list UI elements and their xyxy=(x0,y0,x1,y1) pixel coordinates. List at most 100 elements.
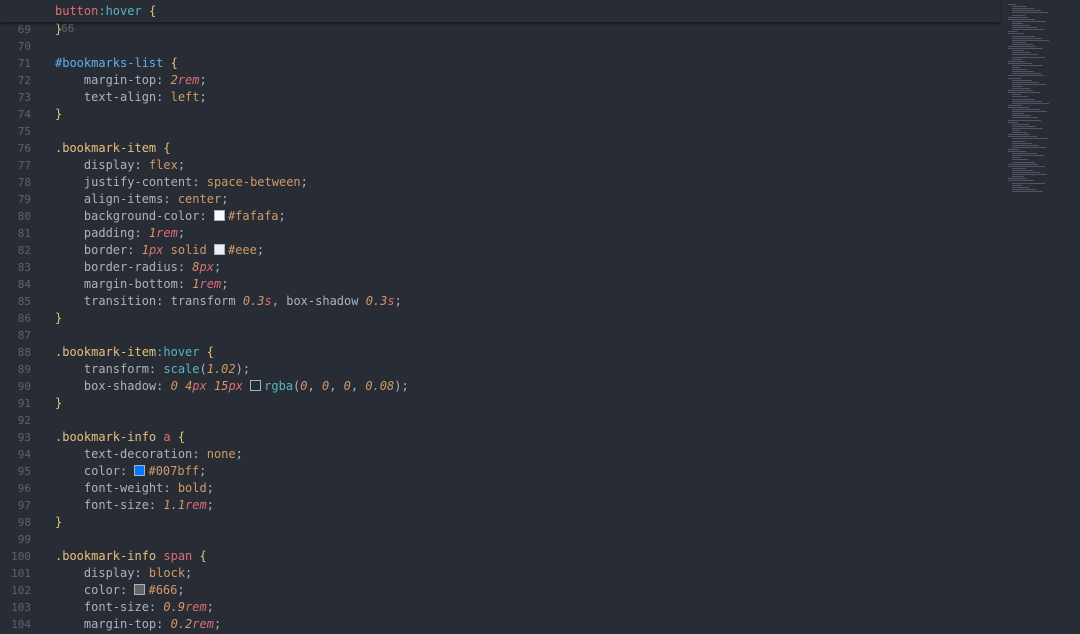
code-line[interactable]: 85 transition: transform 0.3s, box-shado… xyxy=(0,293,1000,310)
minimap-line xyxy=(1008,62,1032,64)
code-token: ( xyxy=(199,362,207,376)
minimap-line xyxy=(1012,73,1041,75)
code-token: s xyxy=(264,294,272,308)
color-swatch[interactable] xyxy=(134,465,146,476)
minimap-line xyxy=(1012,22,1023,24)
code-token: { xyxy=(163,56,178,70)
color-swatch[interactable] xyxy=(213,244,225,255)
code-line[interactable]: 100 .bookmark-info span { xyxy=(0,548,1000,565)
code-line[interactable]: 82 border: 1px solid #eee; xyxy=(0,242,1000,259)
minimap-line xyxy=(1012,29,1044,31)
code-line[interactable]: 101 display: block; xyxy=(0,565,1000,582)
code-text: margin-bottom: 1rem; xyxy=(55,276,229,293)
code-line[interactable]: 71 #bookmarks-list { xyxy=(0,55,1000,72)
code-token: , xyxy=(350,379,366,393)
code-token: #007bff xyxy=(148,464,200,478)
code-text: button:hover { xyxy=(55,3,156,20)
code-line[interactable]: 81 padding: 1rem; xyxy=(0,225,1000,242)
code-line[interactable]: 92 xyxy=(0,412,1000,429)
code-token: ); xyxy=(235,362,251,376)
code-token: px xyxy=(199,260,214,274)
code-line[interactable]: 91} xyxy=(0,395,1000,412)
code-token: rem xyxy=(192,617,214,631)
minimap[interactable] xyxy=(1008,4,1078,204)
line-number: 81 xyxy=(17,227,31,240)
line-number: 80 xyxy=(17,210,31,223)
code-text: justify-content: space-between; xyxy=(55,174,308,191)
code-token: #eee xyxy=(227,243,257,257)
line-number: 66 xyxy=(61,22,75,35)
minimap-line xyxy=(1012,50,1024,52)
code-line[interactable]: 76 .bookmark-item { xyxy=(0,140,1000,157)
color-swatch[interactable] xyxy=(213,210,225,221)
minimap-line xyxy=(1012,96,1028,98)
code-line[interactable]: 80 background-color: #fafafa; xyxy=(0,208,1000,225)
code-token: span xyxy=(156,549,193,563)
code-token: 15 xyxy=(213,379,229,393)
code-line[interactable]: 102 color: #666; xyxy=(0,582,1000,599)
minimap-line xyxy=(1008,165,1045,167)
code-line[interactable]: 75 xyxy=(0,123,1000,140)
code-line[interactable]: 94 text-decoration: none; xyxy=(0,446,1000,463)
code-token: color: xyxy=(55,583,135,597)
code-token: 1.1 xyxy=(163,498,186,512)
minimap-line xyxy=(1012,142,1032,144)
minimap-line xyxy=(1012,79,1032,81)
minimap-line xyxy=(1012,172,1040,173)
minimap-line xyxy=(1008,48,1043,50)
color-swatch[interactable] xyxy=(134,584,146,595)
line-number: 103 xyxy=(11,601,31,614)
code-token: center xyxy=(177,192,222,206)
code-line[interactable]: 93 .bookmark-info a { xyxy=(0,429,1000,446)
code-token: button xyxy=(55,4,99,18)
code-token: ; xyxy=(185,566,193,580)
code-editor[interactable]: 66 button:hover { 69} 70 71 #bookmarks-list… xyxy=(0,0,1000,634)
minimap-line xyxy=(1008,16,1028,18)
code-line[interactable]: 69} xyxy=(0,21,1000,38)
code-token: , xyxy=(329,379,344,393)
sticky-scroll-header[interactable]: 66 button:hover { xyxy=(0,0,1000,35)
code-token: font-weight: xyxy=(55,481,178,495)
code-line[interactable]: 104 margin-top: 0.2rem; xyxy=(0,616,1000,633)
code-line[interactable]: 87 xyxy=(0,327,1000,344)
code-line[interactable]: 96 font-weight: bold; xyxy=(0,480,1000,497)
code-line[interactable]: 79 align-items: center; xyxy=(0,191,1000,208)
code-line[interactable]: 84 margin-bottom: 1rem; xyxy=(0,276,1000,293)
code-token: { xyxy=(192,549,207,563)
code-line[interactable]: 70 xyxy=(0,38,1000,55)
minimap-line xyxy=(1012,8,1034,10)
code-line[interactable]: 103 font-size: 0.9rem; xyxy=(0,599,1000,616)
code-line[interactable]: 73 text-align: left; xyxy=(0,89,1000,106)
color-swatch[interactable] xyxy=(250,380,262,391)
code-token: } xyxy=(55,515,63,529)
code-line[interactable]: 77 display: flex; xyxy=(0,157,1000,174)
code-token: ; xyxy=(213,260,222,274)
code-token: ; xyxy=(394,294,402,308)
code-token: display: xyxy=(55,566,149,580)
code-token: ; xyxy=(235,447,243,461)
code-line[interactable]: 74} xyxy=(0,106,1000,123)
code-token: transform: xyxy=(55,362,164,376)
code-line[interactable]: 78 justify-content: space-between; xyxy=(0,174,1000,191)
code-token: #666 xyxy=(148,583,178,597)
minimap-line xyxy=(1012,159,1028,161)
code-line[interactable]: 99 xyxy=(0,531,1000,548)
code-line[interactable]: 88 .bookmark-item:hover { xyxy=(0,344,1000,361)
code-line[interactable]: 90 box-shadow: 0 4px 15px rgba(0, 0, 0, … xyxy=(0,378,1000,395)
code-line[interactable]: 86} xyxy=(0,310,1000,327)
minimap-line xyxy=(1008,163,1038,165)
code-line[interactable]: 98} xyxy=(0,514,1000,531)
sticky-line[interactable]: 66 button:hover { xyxy=(0,3,1000,35)
minimap-line xyxy=(1008,18,1035,20)
code-line[interactable]: 83 border-radius: 8px; xyxy=(0,259,1000,276)
code-line[interactable]: 97 font-size: 1.1rem; xyxy=(0,497,1000,514)
code-line[interactable]: 95 color: #007bff; xyxy=(0,463,1000,480)
minimap-line xyxy=(1008,136,1037,138)
code-line[interactable]: 72 margin-top: 2rem; xyxy=(0,72,1000,89)
code-line[interactable]: 89 transform: scale(1.02); xyxy=(0,361,1000,378)
code-token: ; xyxy=(300,175,308,189)
minimap-line xyxy=(1012,43,1033,45)
minimap-line xyxy=(1008,148,1019,150)
code-token: left xyxy=(170,90,200,104)
